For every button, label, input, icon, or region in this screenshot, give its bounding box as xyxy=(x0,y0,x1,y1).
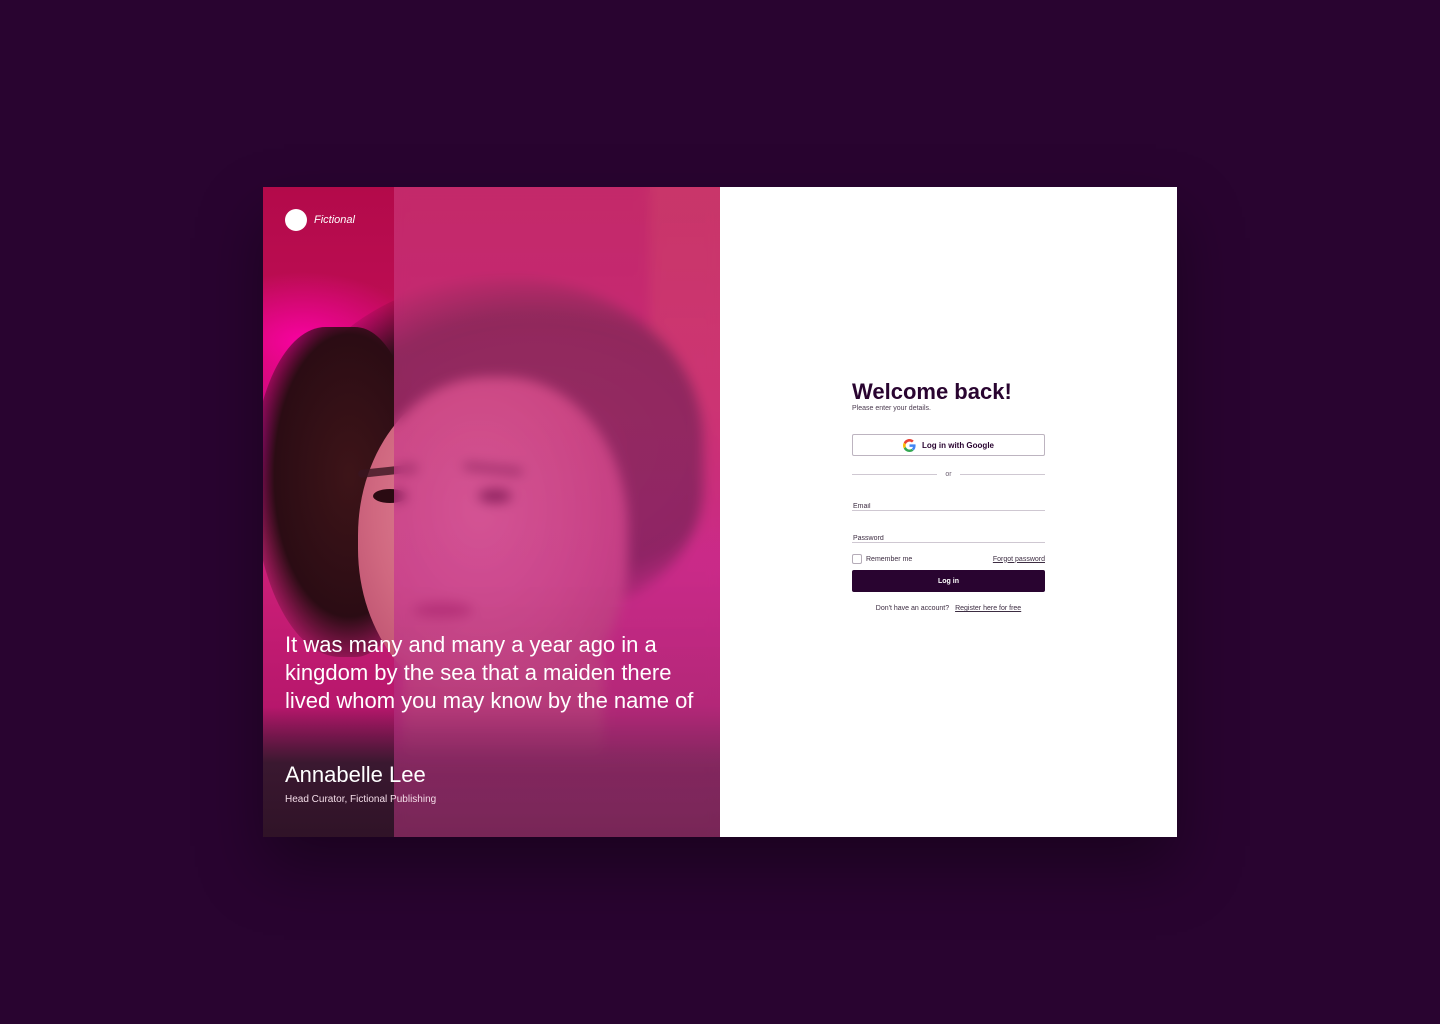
login-card: Fictional It was many and many a year ag… xyxy=(263,187,1177,837)
register-prompt: Don't have an account? xyxy=(875,605,950,612)
remember-me-checkbox[interactable] xyxy=(852,554,862,564)
google-icon xyxy=(903,438,916,452)
hero-author-role: Head Curator, Fictional Publishing xyxy=(285,794,437,805)
email-field xyxy=(852,495,1045,512)
form-subtitle: Please enter your details. xyxy=(852,405,931,412)
brand-circle-icon xyxy=(285,209,307,231)
google-login-button[interactable]: Log in with Google xyxy=(852,434,1045,456)
divider-text: or xyxy=(945,471,952,478)
divider-line xyxy=(959,474,1046,475)
brand-name: Fictional xyxy=(314,214,355,226)
hero-panel: Fictional It was many and many a year ag… xyxy=(263,187,720,837)
hero-author-name: Annabelle Lee xyxy=(285,762,426,787)
remember-me[interactable]: Remember me xyxy=(852,554,912,564)
email-input[interactable] xyxy=(852,501,1045,512)
divider-line xyxy=(852,474,938,475)
google-login-label: Log in with Google xyxy=(922,440,994,450)
form-panel: Welcome back! Please enter your details.… xyxy=(720,187,1177,837)
brand-logo[interactable]: Fictional xyxy=(285,209,355,231)
password-input[interactable] xyxy=(852,533,1045,544)
forgot-password-link[interactable]: Forgot password xyxy=(993,556,1045,563)
password-field xyxy=(852,527,1045,544)
form-title: Welcome back! xyxy=(852,379,1012,404)
login-button[interactable]: Log in xyxy=(852,570,1045,592)
or-divider: or xyxy=(852,471,1046,478)
hero-quote: It was many and many a year ago in a kin… xyxy=(285,632,694,713)
login-form: Welcome back! Please enter your details.… xyxy=(852,379,1046,612)
register-row: Don't have an account? Register here for… xyxy=(852,605,1045,612)
hero-frosted-tint xyxy=(394,187,720,837)
form-options-row: Remember me Forgot password xyxy=(852,554,1045,564)
register-link[interactable]: Register here for free xyxy=(955,605,1021,612)
remember-me-label: Remember me xyxy=(866,555,913,563)
